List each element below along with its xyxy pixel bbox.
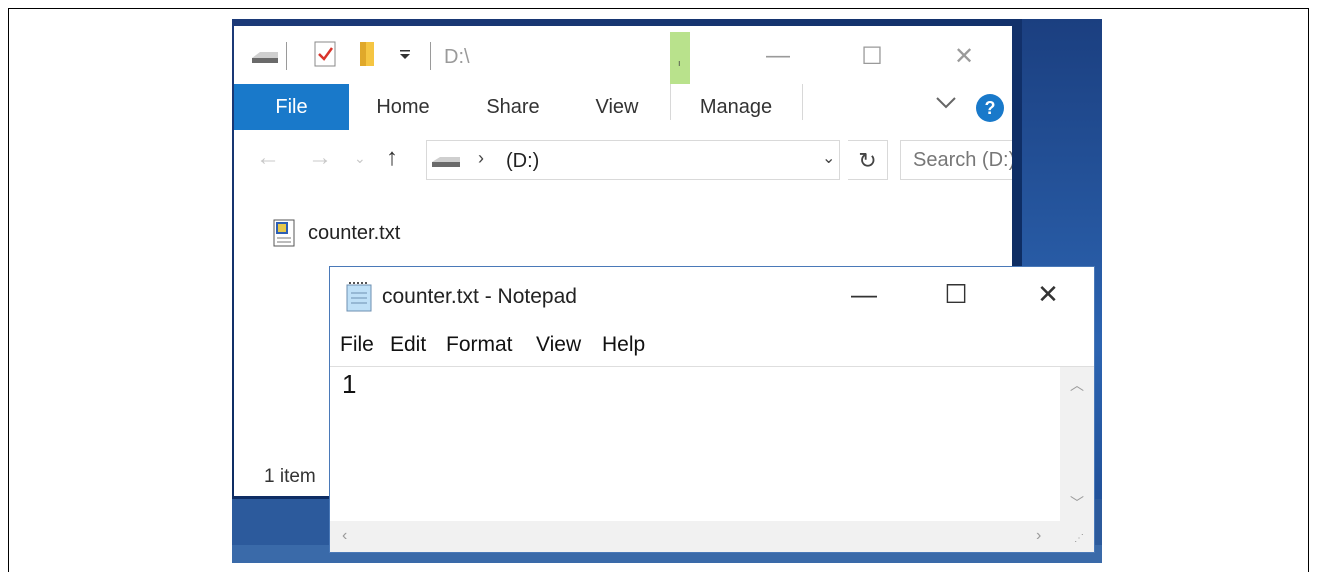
menu-format[interactable]: Format: [446, 333, 513, 357]
manage-context-tab-indicator: ı: [670, 32, 690, 84]
explorer-title-bar: D:\ ı — ☐ ✕: [234, 26, 1012, 84]
resize-grip-icon[interactable]: ⋰: [1060, 521, 1094, 552]
separator: [286, 42, 288, 75]
address-row: ← → ⌄ ↑ › (D:) ⌄ ↻ Search (D:): [234, 130, 1012, 190]
minimize-button[interactable]: —: [834, 279, 894, 310]
close-button[interactable]: ✕: [1018, 279, 1078, 310]
close-button[interactable]: ✕: [944, 42, 984, 71]
forward-arrow-icon[interactable]: →: [308, 144, 332, 172]
back-arrow-icon[interactable]: ←: [256, 144, 280, 172]
tab-manage[interactable]: Manage: [684, 84, 788, 130]
ribbon-separator: [802, 84, 803, 120]
address-bar[interactable]: [426, 140, 840, 180]
horizontal-scrollbar[interactable]: ‹ ›: [330, 521, 1060, 552]
search-input[interactable]: Search (D:): [900, 140, 1012, 180]
drive-icon: [430, 152, 462, 175]
menu-help[interactable]: Help: [602, 333, 645, 357]
text-file-icon: [272, 218, 298, 253]
tab-file[interactable]: File: [234, 84, 349, 130]
notepad-menu-bar: File Edit Format View Help: [330, 329, 1094, 365]
notepad-title-bar: counter.txt - Notepad — ☐ ✕: [330, 267, 1094, 329]
menu-edit[interactable]: Edit: [390, 333, 426, 357]
scroll-right-icon[interactable]: ›: [1036, 527, 1041, 545]
folder-icon[interactable]: [358, 40, 380, 73]
notepad-icon: [344, 281, 374, 318]
scroll-up-icon[interactable]: ︿: [1070, 375, 1084, 395]
properties-icon[interactable]: [314, 40, 338, 73]
vertical-scrollbar[interactable]: ︿ ﹀: [1060, 367, 1094, 521]
notepad-window: counter.txt - Notepad — ☐ ✕ File Edit Fo…: [329, 266, 1095, 553]
notepad-content[interactable]: 1: [342, 369, 356, 400]
help-icon[interactable]: ?: [976, 94, 1004, 122]
maximize-button[interactable]: ☐: [926, 279, 986, 310]
notepad-title: counter.txt - Notepad: [382, 285, 577, 308]
file-name: counter.txt: [308, 222, 401, 244]
recent-locations-icon[interactable]: ⌄: [354, 150, 366, 167]
breadcrumb-chevron-icon[interactable]: ›: [478, 148, 484, 169]
expand-ribbon-icon[interactable]: [934, 92, 958, 118]
separator: [430, 42, 432, 75]
refresh-icon[interactable]: ↻: [848, 140, 888, 180]
status-bar-text: 1 item: [264, 466, 316, 487]
maximize-button[interactable]: ☐: [852, 42, 892, 71]
menu-file[interactable]: File: [340, 333, 374, 357]
scroll-left-icon[interactable]: ‹: [342, 527, 347, 545]
title-path: D:\: [444, 46, 470, 68]
drive-icon[interactable]: [250, 44, 280, 71]
address-dropdown-icon[interactable]: ⌄: [822, 148, 835, 168]
tab-home[interactable]: Home: [358, 84, 448, 130]
ribbon-separator: [670, 84, 671, 120]
tab-view[interactable]: View: [572, 84, 662, 130]
tab-share[interactable]: Share: [468, 84, 558, 130]
chevron-down-icon[interactable]: [398, 48, 412, 67]
notepad-text-area[interactable]: 1 ︿ ﹀ ‹ › ⋰: [330, 366, 1094, 552]
menu-view[interactable]: View: [536, 333, 581, 357]
scroll-down-icon[interactable]: ﹀: [1070, 493, 1084, 513]
ribbon-tabs: File Home Share View Manage ?: [234, 84, 1012, 131]
address-text[interactable]: (D:): [506, 150, 539, 173]
up-arrow-icon[interactable]: ↑: [386, 144, 398, 172]
minimize-button[interactable]: —: [758, 42, 798, 70]
